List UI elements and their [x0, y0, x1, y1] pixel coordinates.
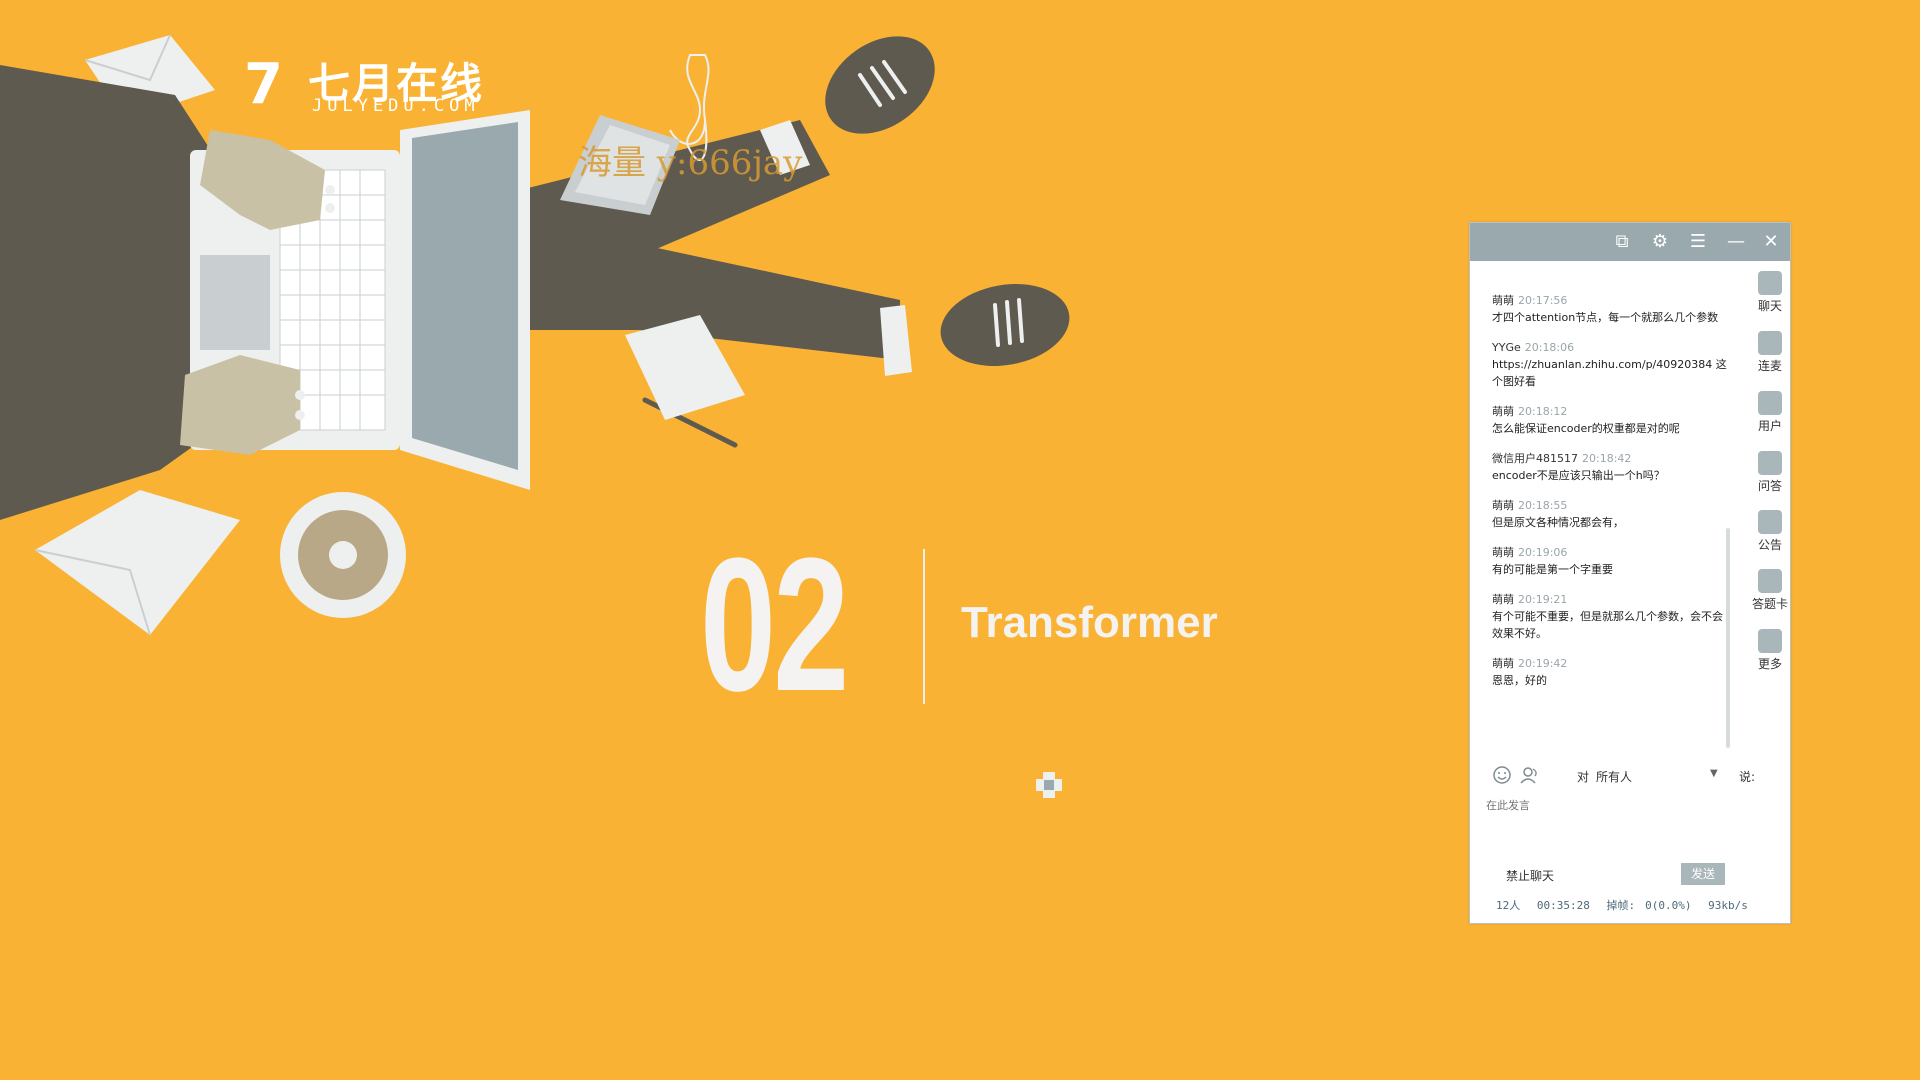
msg-text: 才四个attention节点，每一个就那么几个参数	[1492, 311, 1719, 324]
section-divider	[923, 549, 925, 704]
msg-text: encoder不是应该只输出一个h吗？	[1492, 469, 1665, 482]
msg-text: 但是原文各种情况都会有，	[1492, 516, 1624, 529]
msg-time: 20:18:12	[1518, 405, 1568, 418]
msg-user: 萌萌	[1492, 657, 1514, 670]
menu-icon[interactable]: ☰	[1686, 230, 1710, 254]
question-icon	[1758, 451, 1782, 475]
minimize-icon[interactable]: —	[1724, 230, 1748, 254]
chat-sidebar: 聊天 连麦 用户 问答 公告 答题卡 更多	[1750, 261, 1790, 923]
msg-time: 20:18:55	[1518, 499, 1568, 512]
sidebar-item-mic-link[interactable]: 连麦	[1750, 331, 1790, 374]
msg-user: 萌萌	[1492, 593, 1514, 606]
sidebar-item-chat[interactable]: 聊天	[1750, 271, 1790, 314]
emoji-icon[interactable]	[1492, 765, 1512, 785]
msg-user: 萌萌	[1492, 405, 1514, 418]
sidebar-item-more[interactable]: 更多	[1750, 629, 1790, 672]
sidebar-item-label: 问答	[1757, 479, 1782, 493]
message-list: 萌萌 20:17:56 才四个attention节点，每一个就那么几个参数 YYG…	[1492, 293, 1732, 703]
list-item: 萌萌 20:17:56 才四个attention节点，每一个就那么几个参数	[1492, 293, 1732, 326]
dropped-frames-label: 掉帧:	[1606, 899, 1636, 912]
send-button[interactable]: 发送	[1681, 863, 1725, 885]
announcement-icon	[1758, 510, 1782, 534]
message-scrollbar[interactable]	[1726, 528, 1730, 748]
recipient-label: 对	[1577, 770, 1590, 784]
sidebar-item-label: 答题卡	[1751, 597, 1788, 611]
users-icon[interactable]	[1520, 765, 1540, 785]
say-label: 说:	[1739, 770, 1756, 784]
msg-time: 20:18:42	[1582, 452, 1632, 465]
popout-icon[interactable]: ⧉	[1610, 230, 1634, 254]
answer-card-icon	[1758, 569, 1782, 593]
bitrate: 93kb/s	[1708, 899, 1748, 912]
list-item: YYGe 20:18:06 https://zhuanlan.zhihu.com/…	[1492, 340, 1732, 390]
msg-text: 怎么能保证encoder的权重都是对的呢	[1492, 422, 1680, 435]
logo-subtext: JULYEDU.COM	[312, 96, 480, 116]
msg-time: 20:19:06	[1518, 546, 1568, 559]
msg-text: https://zhuanlan.zhihu.com/p/40920384 这个…	[1492, 358, 1727, 388]
microphone-icon	[1758, 331, 1782, 355]
desk-illustration	[0, 34, 1070, 636]
sidebar-item-qa[interactable]: 问答	[1750, 451, 1790, 494]
section-title: Transformer	[961, 598, 1218, 647]
list-item: 萌萌 20:18:12 怎么能保证encoder的权重都是对的呢	[1492, 404, 1732, 437]
close-icon[interactable]: ✕	[1759, 230, 1783, 254]
people-count: 12人	[1496, 899, 1521, 912]
msg-user: YYGe	[1492, 341, 1521, 354]
dropped-frames-value: 0(0.0%)	[1645, 899, 1692, 912]
settings-icon[interactable]: ⚙	[1648, 230, 1672, 254]
msg-user: 萌萌	[1492, 294, 1514, 307]
elapsed-time: 00:35:28	[1536, 899, 1590, 912]
msg-text: 有的可能是第一个字重要	[1492, 563, 1613, 576]
list-item: 萌萌 20:19:21 有个可能不重要，但是就那么几个参数，会不会效果不好。	[1492, 592, 1732, 642]
sidebar-item-label: 用户	[1757, 419, 1782, 433]
msg-time: 20:18:06	[1524, 341, 1575, 354]
chat-bubble-icon	[1758, 271, 1782, 295]
msg-time: 20:19:21	[1518, 593, 1568, 606]
list-item: 萌萌 20:18:55 但是原文各种情况都会有，	[1492, 498, 1732, 531]
grid-icon	[1758, 629, 1782, 653]
chat-toolbar: 对 所有人 ▼ 说:	[1492, 763, 1756, 789]
sidebar-item-label: 公告	[1757, 538, 1782, 552]
watermark: 海量 y:666jay	[578, 143, 803, 183]
msg-time: 20:19:42	[1518, 657, 1568, 670]
ban-chat-toggle[interactable]: 禁止聊天	[1506, 867, 1554, 884]
chevron-down-icon[interactable]: ▼	[1710, 768, 1718, 779]
status-bar: 12人 00:35:28 掉帧: 0(0.0%) 93kb/s	[1496, 897, 1758, 913]
sidebar-item-label: 聊天	[1757, 299, 1782, 313]
sidebar-item-users[interactable]: 用户	[1750, 391, 1790, 434]
section-number: 02	[700, 519, 849, 731]
msg-text: 有个可能不重要，但是就那么几个参数，会不会效果不好。	[1492, 610, 1723, 640]
msg-time: 20:17:56	[1518, 294, 1568, 307]
msg-text: 恩恩，好的	[1492, 674, 1547, 687]
user-icon	[1758, 391, 1782, 415]
donut-plate	[280, 492, 406, 618]
list-item: 萌萌 20:19:42 恩恩，好的	[1492, 656, 1732, 689]
sidebar-item-label: 更多	[1757, 657, 1782, 671]
list-item: 萌萌 20:19:06 有的可能是第一个字重要	[1492, 545, 1732, 578]
sidebar-item-label: 连麦	[1757, 359, 1782, 373]
sidebar-item-announcement[interactable]: 公告	[1750, 510, 1790, 553]
msg-user: 微信用户481517	[1492, 452, 1578, 465]
chat-panel: ⧉ ⚙ ☰ — ✕ 萌萌 20:17:56 才四个attention节点，每一个就…	[1469, 222, 1791, 924]
chat-titlebar[interactable]: ⧉ ⚙ ☰ — ✕	[1470, 223, 1790, 261]
sidebar-item-answer-card[interactable]: 答题卡	[1750, 569, 1790, 612]
logo-mark: 7	[244, 52, 283, 117]
notebook	[34, 490, 240, 636]
message-input[interactable]	[1484, 795, 1734, 857]
list-item: 微信用户481517 20:18:42 encoder不是应该只输出一个h吗？	[1492, 451, 1732, 484]
msg-user: 萌萌	[1492, 499, 1514, 512]
recipient-select[interactable]: 所有人	[1596, 768, 1696, 785]
cursor-icon	[1036, 772, 1062, 798]
msg-user: 萌萌	[1492, 546, 1514, 559]
